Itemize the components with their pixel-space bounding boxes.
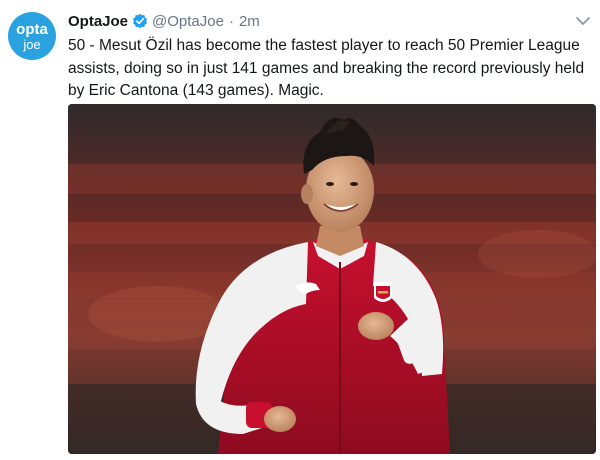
tweet-text: 50 - Mesut Özil has become the fastest p…	[68, 37, 585, 99]
tweet-card: opta joe OptaJoe @OptaJoe · 2m 50 - Mesu…	[0, 0, 600, 460]
avatar[interactable]: opta joe	[8, 12, 56, 60]
author-handle[interactable]: @OptaJoe	[152, 13, 224, 30]
arsenal-crest-icon	[374, 282, 392, 302]
author-name[interactable]: OptaJoe	[68, 13, 128, 30]
separator-dot: ·	[228, 12, 234, 30]
tweet-photo[interactable]	[68, 104, 596, 454]
tweet-header: OptaJoe @OptaJoe · 2m	[68, 10, 600, 32]
opta-logo-icon: opta joe	[16, 21, 48, 52]
verified-badge-icon	[132, 13, 148, 29]
chevron-down-icon[interactable]	[574, 12, 592, 30]
avatar-line2: joe	[22, 37, 40, 52]
avatar-line1: opta	[16, 21, 48, 38]
tweet-timestamp[interactable]: 2m	[239, 13, 260, 30]
